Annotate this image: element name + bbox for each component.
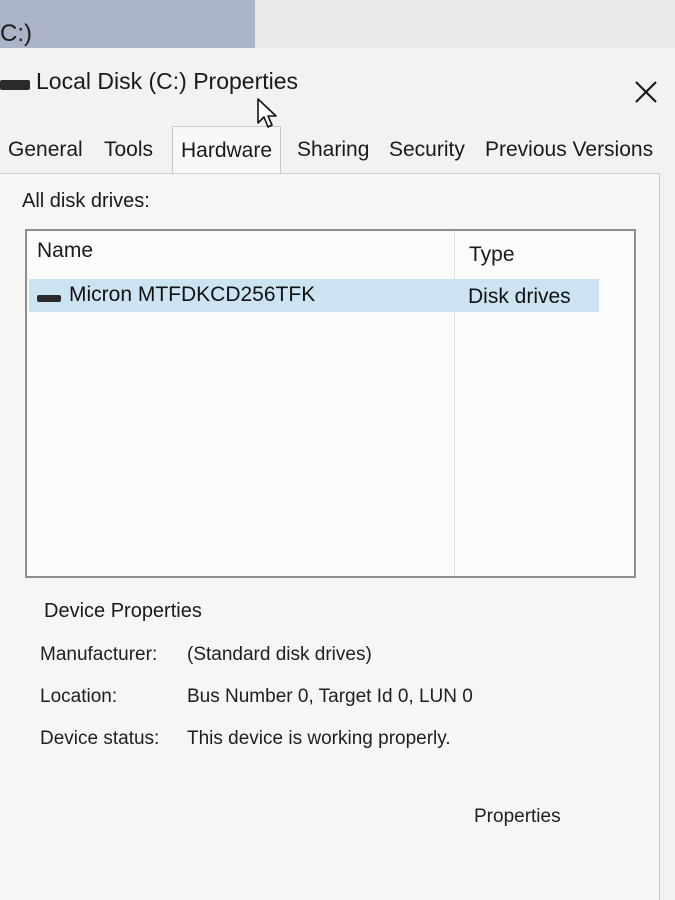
column-header-type[interactable]: Type xyxy=(469,243,515,267)
manufacturer-value: (Standard disk drives) xyxy=(187,644,372,665)
all-disk-drives-label: All disk drives: xyxy=(22,190,150,212)
tab-general[interactable]: General xyxy=(0,130,91,176)
close-button[interactable] xyxy=(626,72,666,112)
pointer-cursor-icon xyxy=(257,98,277,128)
properties-dialog: Local Disk (C:) Properties General Tools… xyxy=(0,48,675,900)
tab-hardware[interactable]: Hardware xyxy=(172,126,282,178)
location-label: Location: xyxy=(40,686,118,707)
tab-security[interactable]: Security xyxy=(381,130,473,176)
column-header-name[interactable]: Name xyxy=(37,239,93,263)
drive-name-cell[interactable]: Micron MTFDKCD256TFK xyxy=(69,283,315,307)
background-window-title: C:) xyxy=(0,20,32,47)
device-properties-heading: Device Properties xyxy=(44,600,202,622)
background-window-titlebar xyxy=(0,0,255,50)
manufacturer-label: Manufacturer: xyxy=(40,644,158,665)
tab-previous-versions[interactable]: Previous Versions xyxy=(477,130,661,176)
drive-type-cell[interactable]: Disk drives xyxy=(468,285,571,309)
close-icon xyxy=(635,81,657,103)
properties-button[interactable]: Properties xyxy=(462,800,574,840)
location-value: Bus Number 0, Target Id 0, LUN 0 xyxy=(187,686,473,707)
disk-drives-list[interactable]: Name Type Micron MTFDKCD256TFK Disk driv… xyxy=(25,229,636,578)
tab-strip: General Tools Hardware Sharing Security … xyxy=(0,126,675,178)
tab-sharing[interactable]: Sharing xyxy=(289,130,377,176)
drive-icon xyxy=(0,80,30,90)
device-status-label: Device status: xyxy=(40,728,160,749)
tab-tools[interactable]: Tools xyxy=(96,130,161,176)
device-status-value: This device is working properly. xyxy=(187,728,451,749)
window-title: Local Disk (C:) Properties xyxy=(36,68,299,94)
disk-drive-icon xyxy=(37,295,61,302)
titlebar[interactable]: Local Disk (C:) Properties xyxy=(0,48,675,126)
